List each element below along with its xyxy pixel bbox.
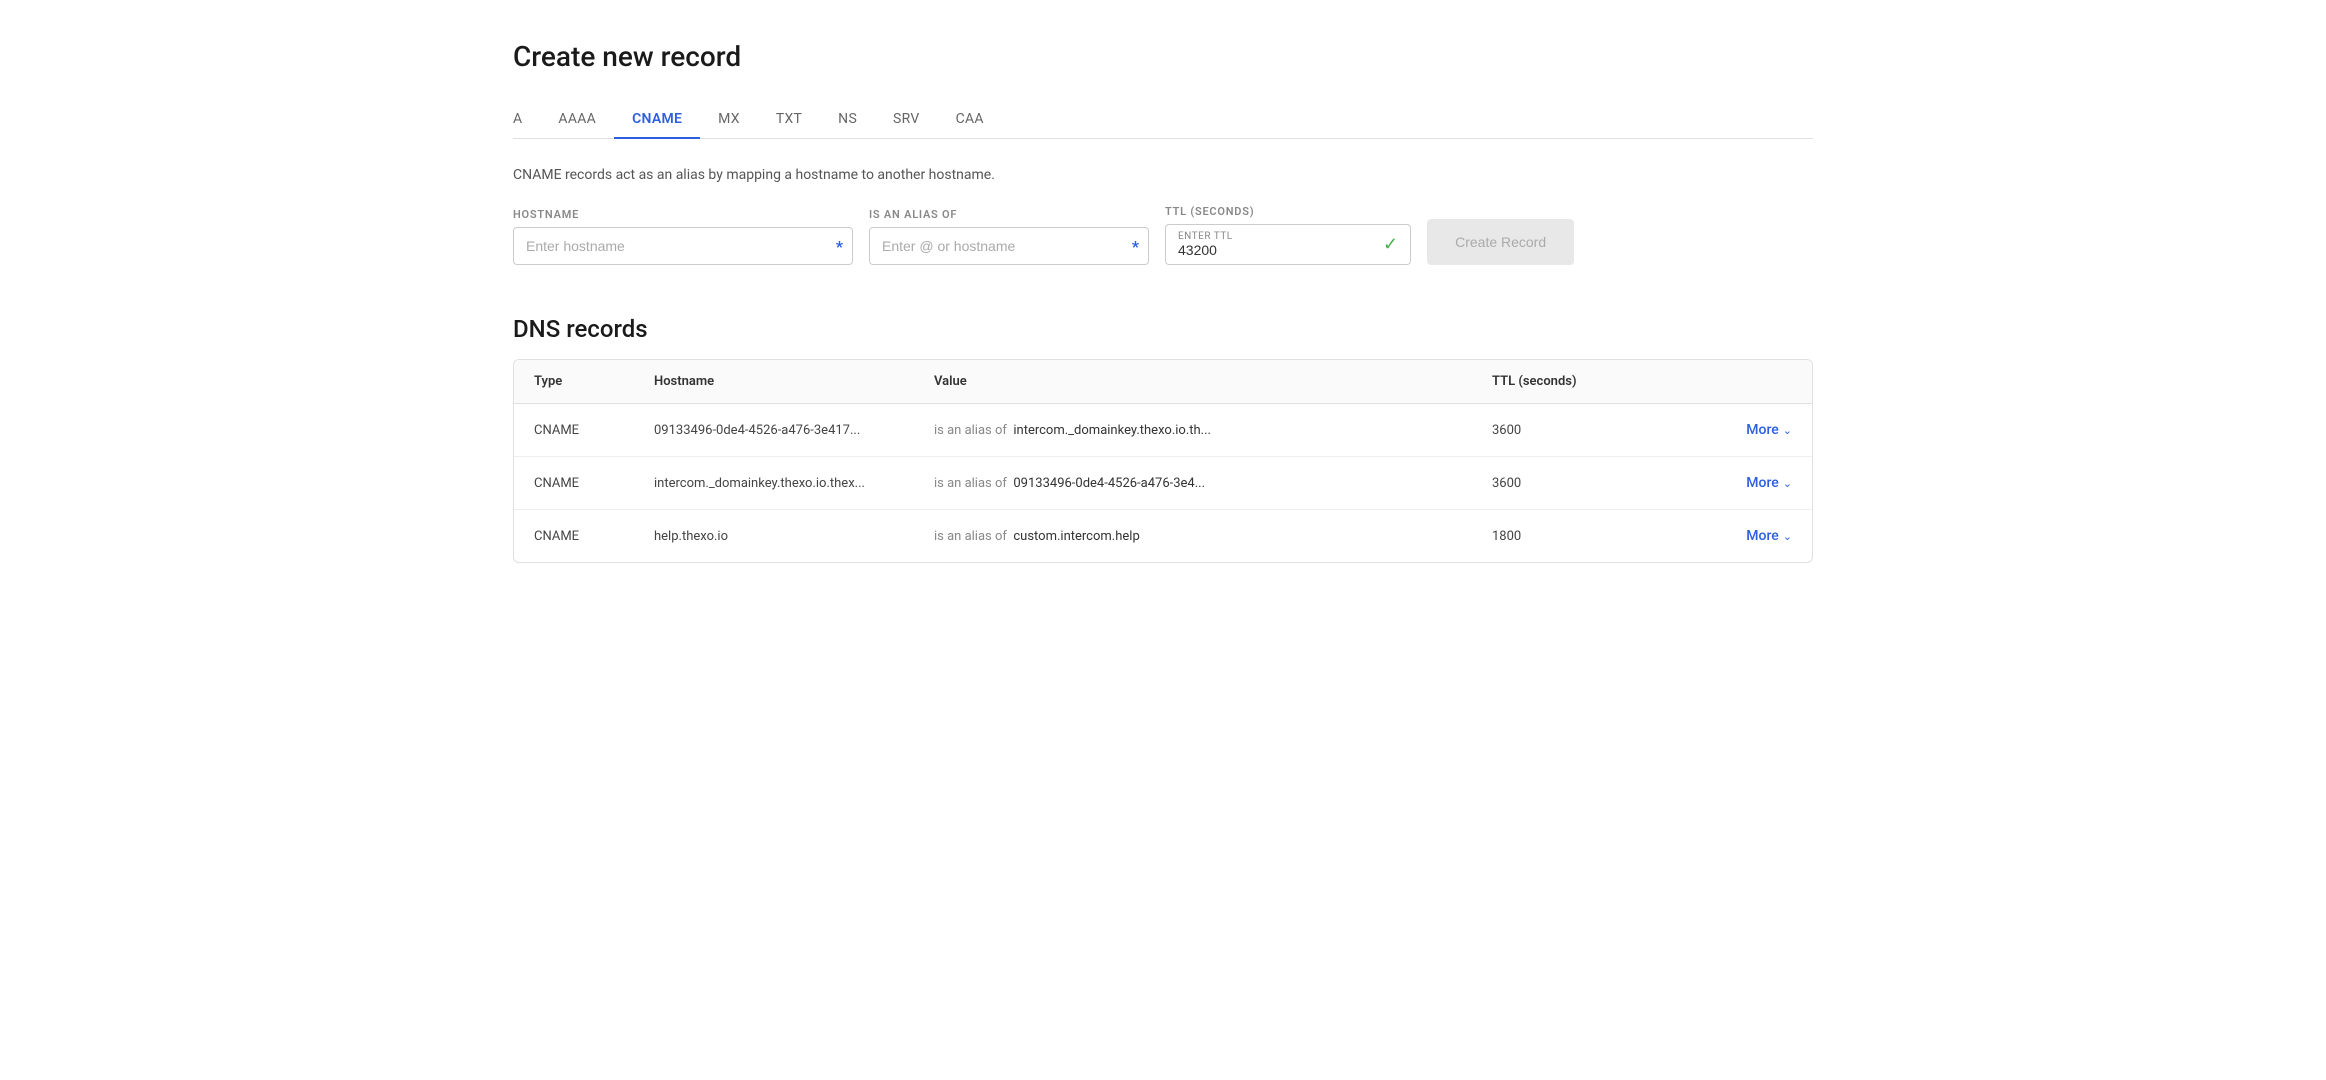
row3-ttl: 1800 <box>1492 529 1672 544</box>
col-value: Value <box>934 374 1492 389</box>
row3-value-main: custom.intercom.help <box>1013 529 1139 544</box>
table-row: CNAME help.thexo.io is an alias of custo… <box>514 510 1812 562</box>
col-hostname: Hostname <box>654 374 934 389</box>
row3-value: is an alias of custom.intercom.help <box>934 529 1492 544</box>
tab-a[interactable]: A <box>513 101 540 139</box>
alias-field-group: IS AN ALIAS OF * <box>869 208 1149 265</box>
col-actions <box>1672 374 1792 389</box>
table-row: CNAME 09133496-0de4-4526-a476-3e417... i… <box>514 404 1812 457</box>
row1-value: is an alias of intercom._domainkey.thexo… <box>934 423 1492 438</box>
row1-hostname: 09133496-0de4-4526-a476-3e417... <box>654 423 934 438</box>
row1-more-label: More <box>1746 422 1779 438</box>
table-row: CNAME intercom._domainkey.thexo.io.thex.… <box>514 457 1812 510</box>
hostname-required-star: * <box>836 237 843 256</box>
row1-chevron-down-icon: ⌄ <box>1783 424 1792 437</box>
tab-cname[interactable]: CNAME <box>614 101 700 139</box>
row3-more-button[interactable]: More ⌄ <box>1672 528 1792 544</box>
ttl-label: TTL (SECONDS) <box>1165 205 1411 218</box>
dns-table: Type Hostname Value TTL (seconds) CNAME … <box>513 359 1813 563</box>
row1-ttl: 3600 <box>1492 423 1672 438</box>
page-title: Create new record <box>513 40 1813 73</box>
col-ttl: TTL (seconds) <box>1492 374 1672 389</box>
row2-ttl: 3600 <box>1492 476 1672 491</box>
row2-hostname: intercom._domainkey.thexo.io.thex... <box>654 476 934 491</box>
row3-type: CNAME <box>534 529 654 544</box>
ttl-value-input[interactable] <box>1178 242 1359 258</box>
alias-input[interactable] <box>869 227 1149 265</box>
dns-section-title: DNS records <box>513 315 1813 343</box>
tab-aaaa[interactable]: AAAA <box>540 101 614 139</box>
alias-required-star: * <box>1132 237 1139 256</box>
alias-input-wrapper: * <box>869 227 1149 265</box>
hostname-field-group: HOSTNAME * <box>513 208 853 265</box>
ttl-input-inner: Enter TTL <box>1166 225 1371 264</box>
row2-value-prefix: is an alias of <box>934 476 1007 491</box>
ttl-input-wrapper[interactable]: Enter TTL ✓ <box>1165 224 1411 265</box>
form-description: CNAME records act as an alias by mapping… <box>513 167 1813 183</box>
dns-table-header: Type Hostname Value TTL (seconds) <box>514 360 1812 404</box>
row2-value-main: 09133496-0de4-4526-a476-3e4... <box>1013 476 1205 491</box>
tab-ns[interactable]: NS <box>820 101 875 139</box>
row2-more-button[interactable]: More ⌄ <box>1672 475 1792 491</box>
ttl-field-group: TTL (SECONDS) Enter TTL ✓ <box>1165 205 1411 265</box>
alias-label: IS AN ALIAS OF <box>869 208 1149 221</box>
hostname-input[interactable] <box>513 227 853 265</box>
row3-value-prefix: is an alias of <box>934 529 1007 544</box>
ttl-check-icon: ✓ <box>1371 234 1410 255</box>
tab-txt[interactable]: TXT <box>758 101 820 139</box>
create-record-button[interactable]: Create Record <box>1427 219 1574 265</box>
dns-records-section: DNS records Type Hostname Value TTL (sec… <box>513 315 1813 563</box>
ttl-enter-label: Enter TTL <box>1178 231 1359 242</box>
row3-hostname: help.thexo.io <box>654 529 934 544</box>
row2-type: CNAME <box>534 476 654 491</box>
row3-more-label: More <box>1746 528 1779 544</box>
row2-chevron-down-icon: ⌄ <box>1783 477 1792 490</box>
row1-value-main: intercom._domainkey.thexo.io.th... <box>1013 423 1211 438</box>
row2-more-label: More <box>1746 475 1779 491</box>
tab-caa[interactable]: CAA <box>938 101 1002 139</box>
row3-chevron-down-icon: ⌄ <box>1783 530 1792 543</box>
hostname-label: HOSTNAME <box>513 208 853 221</box>
tab-mx[interactable]: MX <box>700 101 758 139</box>
row1-more-button[interactable]: More ⌄ <box>1672 422 1792 438</box>
record-type-tabs: A AAAA CNAME MX TXT NS SRV CAA <box>513 101 1813 139</box>
row2-value: is an alias of 09133496-0de4-4526-a476-3… <box>934 476 1492 491</box>
col-type: Type <box>534 374 654 389</box>
create-record-form: HOSTNAME * IS AN ALIAS OF * TTL (SECONDS… <box>513 205 1813 265</box>
row1-type: CNAME <box>534 423 654 438</box>
tab-srv[interactable]: SRV <box>875 101 938 139</box>
hostname-input-wrapper: * <box>513 227 853 265</box>
row1-value-prefix: is an alias of <box>934 423 1007 438</box>
